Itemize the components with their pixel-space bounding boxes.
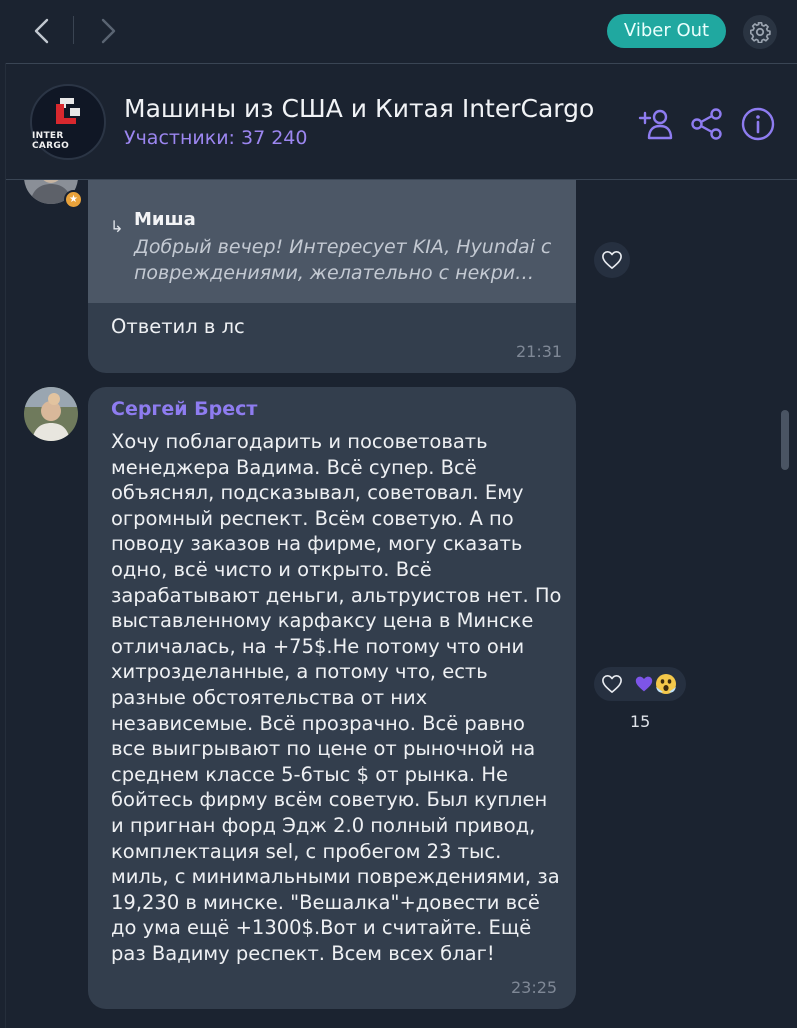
sender-name[interactable]: Сергей Брест xyxy=(111,398,257,420)
add-participant-icon[interactable] xyxy=(638,106,674,142)
share-icon[interactable] xyxy=(689,106,725,142)
heart-icon[interactable] xyxy=(601,674,623,698)
message-line: Хочу поблагодарить и посоветовать xyxy=(111,430,488,453)
top-bar: Viber Out xyxy=(0,0,797,63)
nav-divider xyxy=(73,16,74,44)
purple-heart-icon xyxy=(634,675,654,693)
gear-icon[interactable] xyxy=(743,15,777,49)
message-line: бойтесь фирму всём советую. Был куплен xyxy=(111,788,548,812)
message-line: объяснял, подсказывал, советовал. Ему xyxy=(111,481,524,505)
forward-arrow-icon[interactable] xyxy=(94,14,122,48)
message-line: отличалась, на +75$.Не потому что они xyxy=(111,634,525,658)
message-line: среднем классе 5-6тыс $ от рынка. Не xyxy=(111,762,508,786)
message-line: независемые. Всё прозрачно. Всё равно xyxy=(111,711,525,735)
message-line: огромный респект. Всём советую. А по xyxy=(111,506,514,530)
message-time: 23:25 xyxy=(511,978,558,997)
chat-title: Машины из США и Китая InterCargo xyxy=(124,94,595,123)
chat-avatar[interactable]: INTER CARGO xyxy=(30,84,106,160)
message-line: поводу заказов на фирме, могу сказать xyxy=(111,532,523,556)
viber-out-button[interactable]: Viber Out xyxy=(607,14,726,48)
message-line: раз Вадиму респект. Всем всех благ! xyxy=(111,941,495,965)
message-line: менеджера Вадима. Всё супер. Всё xyxy=(111,455,477,479)
intercargo-logo-icon xyxy=(56,97,80,124)
message-bubble[interactable]: ↳ Миша Добрый вечер! Интересует KIA, Hyu… xyxy=(88,180,576,373)
message-line: комплектация sel, с пробегом 23 тыс. xyxy=(111,839,502,863)
reactions-pill[interactable] xyxy=(594,667,686,701)
shocked-face-icon xyxy=(655,673,677,695)
message-line: разные обстоятельства от них xyxy=(111,685,428,709)
avatar[interactable] xyxy=(24,387,78,441)
heart-icon[interactable] xyxy=(594,242,630,278)
message-text: Хочу поблагодарить и посоветовать менедже… xyxy=(111,429,571,966)
message-text: Ответил в лс xyxy=(111,315,245,338)
back-arrow-icon[interactable] xyxy=(28,14,56,48)
message-time: 21:31 xyxy=(516,342,563,361)
message-line: все выигрывают по цене от рыночной на xyxy=(111,737,536,761)
message-line: хитрозделанные, а потому что, есть xyxy=(111,660,488,684)
message-list: ★ ↳ Миша Добрый вечер! Интересует KIA, H… xyxy=(6,180,797,1028)
message-line: выставленному карфаксу цена в Минске xyxy=(111,609,534,633)
message-line: одно, всё чисто и открыто. Всё xyxy=(111,557,432,581)
quoted-text: Добрый вечер! Интересует KIA, Hyundai с … xyxy=(134,236,552,284)
logo-text: INTER CARGO xyxy=(32,130,70,151)
message-bubble[interactable]: Сергей Брест Хочу поблагодарить и посове… xyxy=(88,387,576,1009)
message-line: и пригнан форд Эдж 2.0 полный привод, xyxy=(111,813,536,837)
chat-header: INTER CARGO Машины из США и Китая InterC… xyxy=(6,64,797,180)
message-line: до ума ещё +1300$.Вот и считайте. Ещё xyxy=(111,916,532,940)
admin-badge: ★ xyxy=(64,190,83,209)
message-line: миль, с минимальными повреждениями, за xyxy=(111,865,560,889)
quoted-message[interactable]: ↳ Миша Добрый вечер! Интересует KIA, Hyu… xyxy=(88,180,576,303)
message-line: 19,230 в минске. "Вешалка"+довести всё xyxy=(111,890,540,914)
message-line: зарабатывают деньги, альтруистов нет. По xyxy=(111,583,562,607)
reactions-count: 15 xyxy=(630,712,651,731)
info-icon[interactable] xyxy=(740,106,776,142)
scrollbar-thumb[interactable] xyxy=(781,410,789,470)
members-count[interactable]: Участники: 37 240 xyxy=(124,127,307,149)
quoted-sender: Миша xyxy=(134,209,196,230)
reply-arrow-icon: ↳ xyxy=(110,217,124,236)
